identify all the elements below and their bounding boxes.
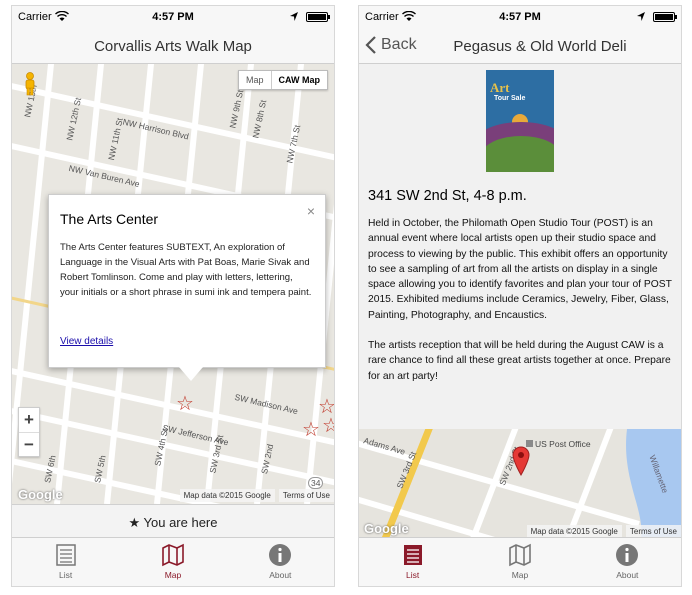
tab-label: Map (511, 570, 529, 580)
description-paragraph: The artists reception that will be held … (368, 340, 671, 382)
tab-list[interactable]: List (12, 538, 119, 586)
location-arrow-icon (637, 12, 645, 21)
tab-about[interactable]: About (574, 538, 681, 586)
info-icon (269, 544, 292, 566)
tab-label: Map (164, 570, 182, 580)
event-description: Held in October, the Philomath Open Stud… (368, 216, 674, 384)
map-type-control: Map CAW Map (237, 70, 328, 90)
list-icon (403, 545, 422, 565)
tab-label: List (406, 570, 420, 580)
map-data-credit: Map data ©2015 Google (179, 489, 275, 502)
tab-map[interactable]: Map (119, 538, 226, 586)
poster-subtitle: Tour Sale (494, 95, 526, 102)
poi-label: US Post Office (535, 439, 591, 449)
info-window: The Arts Center × The Arts Center featur… (48, 194, 326, 381)
info-window-title: The Arts Center (60, 211, 159, 227)
info-window-description: The Arts Center features SUBTEXT, An exp… (60, 242, 312, 298)
map-icon (509, 543, 531, 567)
zoom-control: + − (18, 407, 40, 457)
tab-map[interactable]: Map (466, 538, 573, 586)
description-paragraph: Held in October, the Philomath Open Stud… (368, 218, 672, 321)
poster-hill (486, 136, 554, 172)
poster-title: Art (490, 80, 510, 95)
navigation-bar: Corvallis Arts Walk Map (12, 28, 334, 64)
page-title: Corvallis Arts Walk Map (94, 38, 252, 55)
zoom-in-button[interactable]: + (19, 408, 39, 432)
map-type-caw-button[interactable]: CAW Map (270, 71, 328, 89)
tab-label: About (269, 570, 292, 580)
star-marker-icon[interactable]: ☆ (322, 416, 334, 436)
zoom-out-button[interactable]: − (19, 432, 39, 456)
detail-content: Art Tour Sale 341 SW 2nd St, 4-8 p.m. He… (359, 64, 681, 429)
map-attribution: Map data ©2015 Google Terms of Use (179, 489, 334, 502)
clock: 4:57 PM (152, 11, 194, 23)
view-details-link[interactable]: View details (60, 336, 113, 347)
google-logo: Google (18, 487, 63, 502)
status-bar: Carrier 4:57 PM (12, 6, 334, 28)
navigation-bar: Back Pegasus & Old World Deli (359, 28, 681, 64)
battery-icon (653, 12, 677, 22)
status-bar: Carrier 4:57 PM (359, 6, 681, 28)
page-title: Pegasus & Old World Deli (453, 38, 627, 55)
star-marker-icon[interactable]: ☆ (318, 397, 334, 417)
detail-screen: Carrier 4:57 PM Back Pegasus & Old World… (358, 5, 682, 587)
event-poster-image: Art Tour Sale (486, 70, 554, 172)
list-icon (55, 544, 76, 566)
street-view-pegman-icon[interactable] (22, 72, 38, 96)
map-screen: Carrier 4:57 PM Corvallis Arts Walk Map (11, 5, 335, 587)
tab-bar: List Map About (12, 537, 334, 586)
location-map[interactable]: Adams Ave SW 3rd St SW 2nd St Willamette… (359, 429, 681, 539)
tab-about[interactable]: About (227, 538, 334, 586)
tab-list[interactable]: List (359, 538, 466, 586)
map-type-map-button[interactable]: Map (239, 71, 271, 89)
tab-label: About (616, 570, 639, 580)
you-are-here-button[interactable]: ★ You are here (12, 504, 334, 539)
map-view[interactable]: NW 13th NW 12th St NW 11th St NW Harriso… (12, 64, 334, 504)
google-logo: Google (364, 521, 409, 536)
location-arrow-icon (290, 12, 298, 21)
battery-icon (306, 12, 330, 22)
event-address: 341 SW 2nd St, 4-8 p.m. (368, 188, 527, 204)
map-pin-icon[interactable] (512, 446, 530, 476)
info-icon (616, 544, 639, 566)
map-icon (162, 543, 184, 567)
close-icon[interactable]: × (307, 203, 315, 219)
tab-bar: List Map About (359, 537, 681, 586)
highway-shield: 34 (308, 477, 324, 489)
tab-label: List (59, 570, 73, 580)
star-marker-icon[interactable]: ☆ (302, 420, 320, 440)
terms-of-use-link[interactable]: Terms of Use (278, 489, 334, 502)
star-marker-icon[interactable]: ☆ (176, 394, 194, 414)
chevron-left-icon (365, 36, 376, 54)
clock: 4:57 PM (499, 11, 541, 23)
